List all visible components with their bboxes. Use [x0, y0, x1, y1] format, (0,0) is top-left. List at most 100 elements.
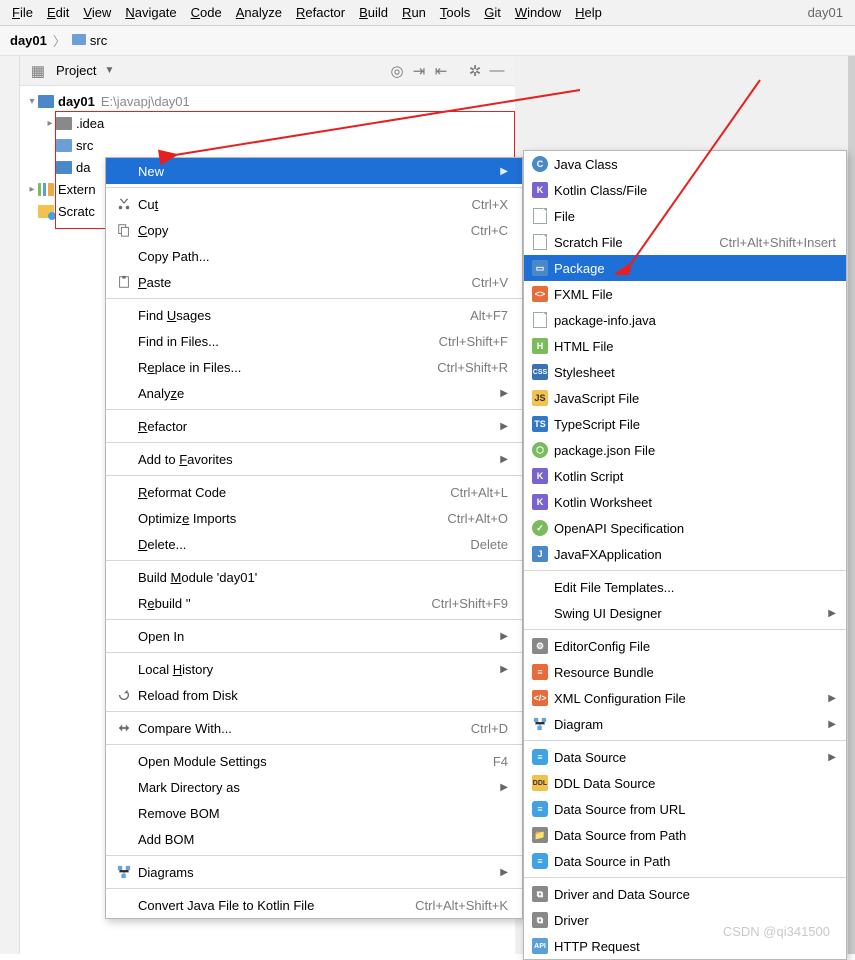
new-item[interactable]: CJava Class — [524, 151, 846, 177]
context-item[interactable]: Build Module 'day01' — [106, 564, 522, 590]
new-item[interactable]: Edit File Templates... — [524, 574, 846, 600]
new-item[interactable]: <>FXML File — [524, 281, 846, 307]
new-item[interactable]: CSSStylesheet — [524, 359, 846, 385]
libraries-icon — [38, 183, 54, 196]
new-item[interactable]: KKotlin Class/File — [524, 177, 846, 203]
chevron-right-icon: ▶ — [500, 782, 508, 793]
tree-node-root[interactable]: ▾ day01 E:\javapj\day01 — [20, 90, 515, 112]
chevron-down-icon[interactable]: ▾ — [26, 96, 38, 107]
api-icon: ✓ — [530, 520, 550, 536]
context-item[interactable]: Convert Java File to Kotlin FileCtrl+Alt… — [106, 892, 522, 918]
watermark: CSDN @qi341500 — [723, 924, 830, 939]
context-item[interactable]: Reformat CodeCtrl+Alt+L — [106, 479, 522, 505]
menu-edit[interactable]: Edit — [47, 5, 69, 20]
context-item[interactable]: Refactor▶ — [106, 413, 522, 439]
shortcut: Ctrl+Alt+O — [447, 511, 508, 526]
new-item[interactable]: HHTML File — [524, 333, 846, 359]
menu-code[interactable]: Code — [191, 5, 222, 20]
context-item[interactable]: Open Module SettingsF4 — [106, 748, 522, 774]
chevron-right-icon: ▶ — [500, 867, 508, 878]
tool-window-stripe[interactable] — [0, 56, 20, 954]
context-item[interactable]: CopyCtrl+C — [106, 217, 522, 243]
menu-view[interactable]: View — [83, 5, 111, 20]
module-icon — [38, 95, 54, 108]
menu-run[interactable]: Run — [402, 5, 426, 20]
menu-refactor[interactable]: Refactor — [296, 5, 345, 20]
menu-label: Rebuild '' — [134, 596, 415, 611]
ts-icon: TS — [530, 416, 550, 432]
context-item[interactable]: PasteCtrl+V — [106, 269, 522, 295]
new-item[interactable]: KKotlin Worksheet — [524, 489, 846, 515]
new-item[interactable]: DDLDDL Data Source — [524, 770, 846, 796]
context-item[interactable]: Optimize ImportsCtrl+Alt+O — [106, 505, 522, 531]
context-item[interactable]: Reload from Disk — [106, 682, 522, 708]
collapse-icon[interactable]: ⇤ — [431, 61, 451, 81]
context-item[interactable]: Copy Path... — [106, 243, 522, 269]
menu-file[interactable]: File — [12, 5, 33, 20]
new-item[interactable]: </>XML Configuration File▶ — [524, 685, 846, 711]
new-item[interactable]: ⚙EditorConfig File — [524, 633, 846, 659]
menu-label: OpenAPI Specification — [550, 521, 836, 536]
new-item[interactable]: Diagram▶ — [524, 711, 846, 737]
context-item[interactable]: Replace in Files...Ctrl+Shift+R — [106, 354, 522, 380]
context-item[interactable]: Find UsagesAlt+F7 — [106, 302, 522, 328]
menu-help[interactable]: Help — [575, 5, 602, 20]
context-item[interactable]: Find in Files...Ctrl+Shift+F — [106, 328, 522, 354]
chevron-right-icon: ▶ — [500, 664, 508, 675]
context-item[interactable]: Rebuild ''Ctrl+Shift+F9 — [106, 590, 522, 616]
gear-icon[interactable]: ✲ — [465, 61, 485, 81]
chevron-right-icon: ▶ — [500, 454, 508, 465]
context-item[interactable]: Add to Favorites▶ — [106, 446, 522, 472]
menu-analyze[interactable]: Analyze — [236, 5, 282, 20]
new-item[interactable]: 📁Data Source from Path — [524, 822, 846, 848]
context-item[interactable]: Remove BOM — [106, 800, 522, 826]
chevron-right-icon[interactable]: ▸ — [26, 184, 38, 195]
menu-git[interactable]: Git — [484, 5, 501, 20]
chevron-right-icon: ▶ — [500, 421, 508, 432]
chevron-down-icon[interactable]: ▼ — [104, 65, 114, 76]
menu-tools[interactable]: Tools — [440, 5, 470, 20]
context-item[interactable]: New▶ — [106, 158, 522, 184]
new-item[interactable]: Scratch FileCtrl+Alt+Shift+Insert — [524, 229, 846, 255]
new-item[interactable]: TSTypeScript File — [524, 411, 846, 437]
menu-label: Package — [550, 261, 836, 276]
menu-navigate[interactable]: Navigate — [125, 5, 176, 20]
new-item[interactable]: ≡Data Source from URL — [524, 796, 846, 822]
new-item[interactable]: ✓OpenAPI Specification — [524, 515, 846, 541]
context-item[interactable]: Open In▶ — [106, 623, 522, 649]
chevron-right-icon[interactable]: ▸ — [44, 118, 56, 129]
new-item[interactable]: File — [524, 203, 846, 229]
tree-node-src[interactable]: src — [20, 134, 515, 156]
context-item[interactable]: Compare With...Ctrl+D — [106, 715, 522, 741]
new-item[interactable]: ≡Data Source in Path — [524, 848, 846, 874]
context-item[interactable]: Analyze▶ — [106, 380, 522, 406]
new-item[interactable]: ⬡package.json File — [524, 437, 846, 463]
context-menu[interactable]: New▶ CutCtrl+XCopyCtrl+CCopy Path...Paste… — [105, 157, 523, 919]
target-icon[interactable]: ◎ — [387, 61, 407, 81]
context-item[interactable]: Local History▶ — [106, 656, 522, 682]
xml-icon: </> — [530, 690, 550, 706]
context-item[interactable]: Add BOM — [106, 826, 522, 852]
tree-node-idea[interactable]: ▸ .idea — [20, 112, 515, 134]
menu-build[interactable]: Build — [359, 5, 388, 20]
expand-icon[interactable]: ⇥ — [409, 61, 429, 81]
submenu-new[interactable]: CJava ClassKKotlin Class/FileFileScratch… — [523, 150, 847, 960]
new-item[interactable]: JJavaFXApplication — [524, 541, 846, 567]
breadcrumb-item[interactable]: src — [72, 33, 107, 48]
new-item[interactable]: ▭Package — [524, 255, 846, 281]
context-item[interactable]: Mark Directory as▶ — [106, 774, 522, 800]
new-item[interactable]: ≡Data Source▶ — [524, 744, 846, 770]
context-item[interactable]: CutCtrl+X — [106, 191, 522, 217]
menu-window[interactable]: Window — [515, 5, 561, 20]
new-item[interactable]: ≡Resource Bundle — [524, 659, 846, 685]
new-item[interactable]: JSJavaScript File — [524, 385, 846, 411]
context-item[interactable]: Delete...Delete — [106, 531, 522, 557]
context-item[interactable]: Diagrams▶ — [106, 859, 522, 885]
new-item[interactable]: KKotlin Script — [524, 463, 846, 489]
breadcrumb-item[interactable]: day01 — [10, 33, 47, 48]
new-item[interactable]: Swing UI Designer▶ — [524, 600, 846, 626]
new-item[interactable]: ⧉Driver and Data Source — [524, 881, 846, 907]
new-item[interactable]: package-info.java — [524, 307, 846, 333]
hide-icon[interactable]: — — [487, 61, 507, 81]
menu-label: Build Module 'day01' — [134, 570, 508, 585]
